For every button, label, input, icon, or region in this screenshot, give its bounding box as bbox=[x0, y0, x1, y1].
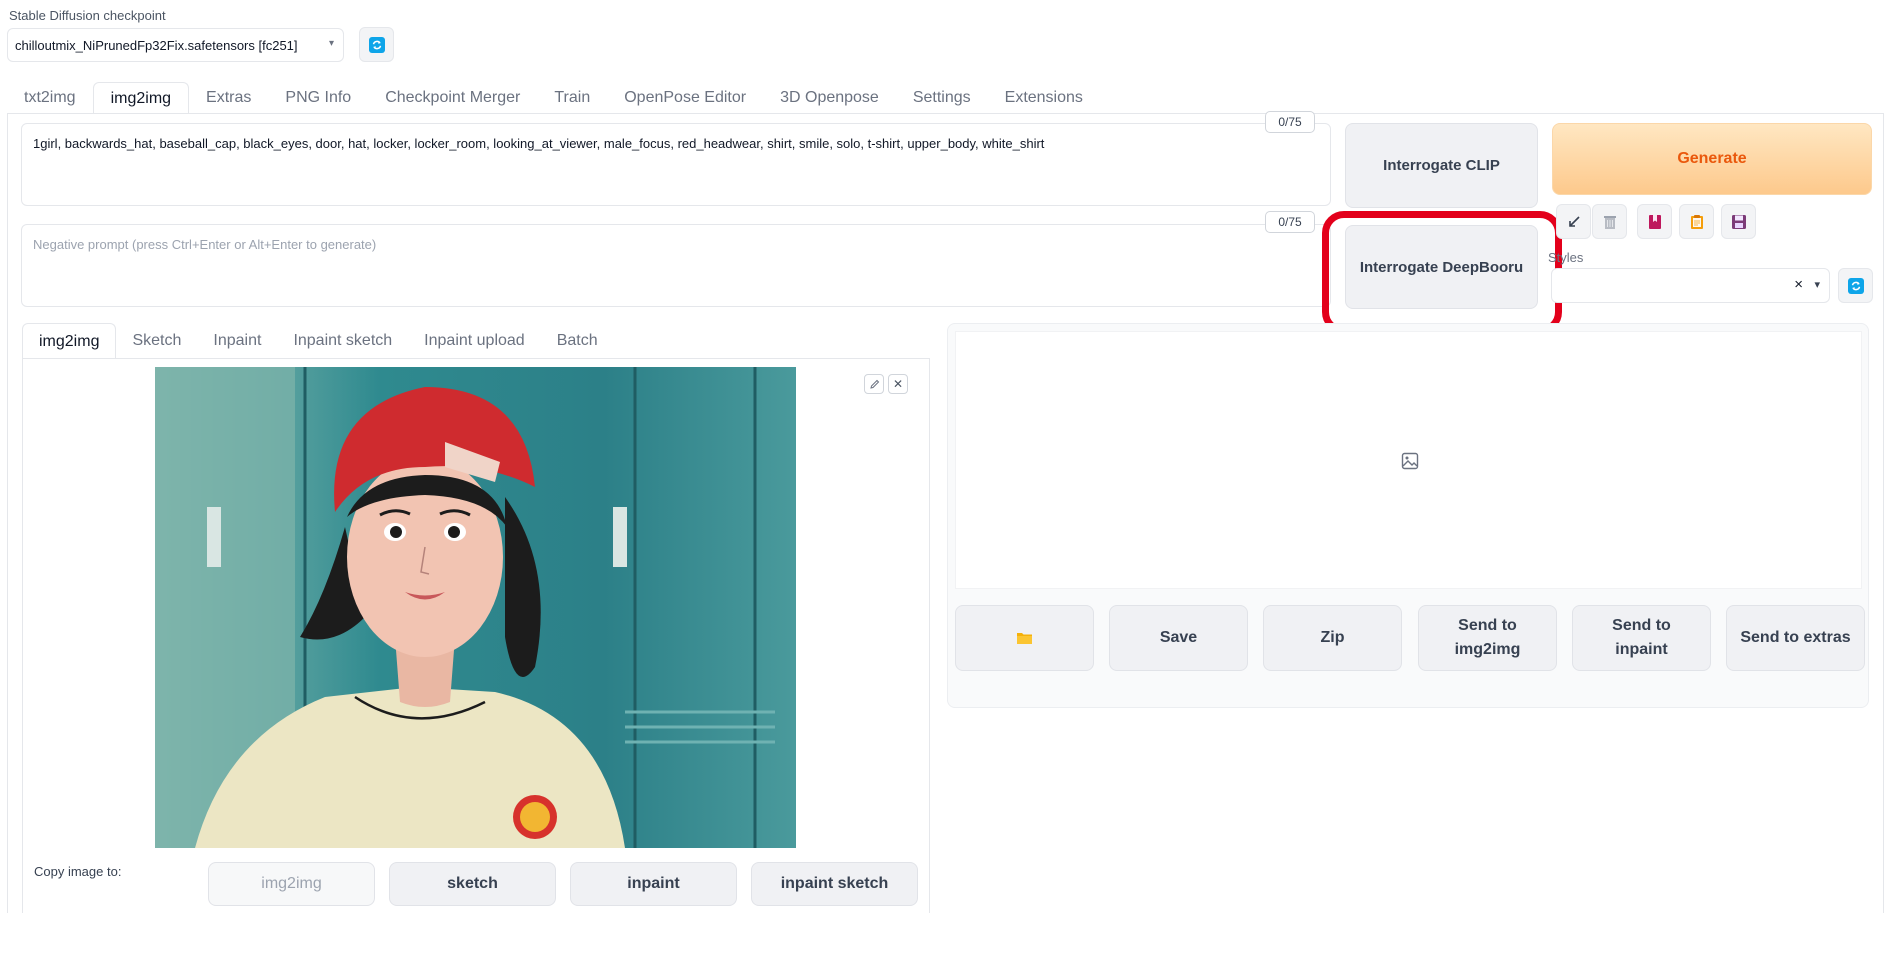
input-image[interactable] bbox=[155, 367, 796, 848]
subtab-sketch[interactable]: Sketch bbox=[116, 323, 197, 359]
refresh-styles-button[interactable] bbox=[1838, 268, 1873, 303]
tab-extras[interactable]: Extras bbox=[189, 82, 268, 114]
close-icon[interactable]: × bbox=[1794, 276, 1803, 293]
copy-to-inpaint-button[interactable]: inpaint bbox=[570, 862, 737, 906]
tab-png-info[interactable]: PNG Info bbox=[268, 82, 368, 114]
prompt-text: 1girl, backwards_hat, baseball_cap, blac… bbox=[33, 136, 1045, 151]
send-to-img2img-line1: Send to bbox=[1458, 617, 1517, 634]
arrow-icon bbox=[1568, 215, 1580, 227]
extra-networks-button[interactable] bbox=[1637, 204, 1672, 239]
copy-image-label: Copy image to: bbox=[34, 864, 122, 879]
chevron-down-icon: ▾ bbox=[1814, 279, 1820, 291]
subtab-inpaint-upload[interactable]: Inpaint upload bbox=[408, 323, 541, 359]
prompt-token-counter: 0/75 bbox=[1265, 111, 1315, 133]
checkpoint-value: chilloutmix_NiPrunedFp32Fix.safetensors … bbox=[15, 38, 298, 53]
close-icon: ✕ bbox=[892, 377, 904, 391]
save-icon bbox=[1731, 214, 1746, 229]
main-tabs: txt2img img2img Extras PNG Info Checkpoi… bbox=[7, 82, 1100, 114]
refresh-checkpoint-button[interactable] bbox=[359, 27, 394, 62]
styles-dropdown[interactable]: × ▾ bbox=[1551, 268, 1830, 303]
apply-style-button[interactable] bbox=[1556, 204, 1591, 239]
send-to-extras-button[interactable]: Send to extras bbox=[1726, 605, 1865, 671]
subtab-img2img[interactable]: img2img bbox=[22, 323, 117, 359]
tab-openpose-editor[interactable]: OpenPose Editor bbox=[607, 82, 763, 114]
open-folder-button[interactable] bbox=[955, 605, 1094, 671]
paste-button[interactable] bbox=[1679, 204, 1714, 239]
tab-settings[interactable]: Settings bbox=[896, 82, 988, 114]
subtab-inpaint-sketch[interactable]: Inpaint sketch bbox=[277, 323, 408, 359]
tab-train[interactable]: Train bbox=[537, 82, 607, 114]
send-to-inpaint-line2: inpaint bbox=[1615, 641, 1668, 658]
clear-prompt-button[interactable] bbox=[1592, 204, 1627, 239]
folder-icon bbox=[1017, 633, 1032, 644]
styles-label: Styles bbox=[1548, 250, 1584, 265]
interrogate-clip-button[interactable]: Interrogate CLIP bbox=[1345, 123, 1538, 208]
prompt-textarea[interactable]: 1girl, backwards_hat, baseball_cap, blac… bbox=[21, 123, 1331, 206]
send-to-img2img-line2: img2img bbox=[1454, 641, 1521, 658]
save-button[interactable]: Save bbox=[1109, 605, 1248, 671]
copy-to-inpaint-sketch-button[interactable]: inpaint sketch bbox=[751, 862, 918, 906]
tab-extensions[interactable]: Extensions bbox=[988, 82, 1100, 114]
img2img-mode-tabs: img2img Sketch Inpaint Inpaint sketch In… bbox=[22, 323, 614, 359]
generate-button[interactable]: Generate bbox=[1552, 123, 1872, 195]
refresh-icon bbox=[1847, 277, 1864, 294]
refresh-icon bbox=[368, 36, 385, 53]
clear-image-button[interactable]: ✕ bbox=[888, 374, 908, 394]
edit-image-button[interactable] bbox=[864, 374, 884, 394]
tab-txt2img[interactable]: txt2img bbox=[7, 82, 93, 114]
send-to-inpaint-button[interactable]: Send to inpaint bbox=[1572, 605, 1711, 671]
tab-img2img[interactable]: img2img bbox=[92, 82, 190, 114]
subtab-inpaint[interactable]: Inpaint bbox=[197, 323, 277, 359]
send-to-img2img-button[interactable]: Send to img2img bbox=[1418, 605, 1557, 671]
copy-to-sketch-button[interactable]: sketch bbox=[389, 862, 556, 906]
subtab-batch[interactable]: Batch bbox=[541, 323, 614, 359]
send-to-inpaint-line1: Send to bbox=[1612, 617, 1671, 634]
trash-icon bbox=[1603, 215, 1616, 229]
copy-to-img2img-button[interactable]: img2img bbox=[208, 862, 375, 906]
negative-token-counter: 0/75 bbox=[1265, 211, 1315, 233]
checkpoint-label: Stable Diffusion checkpoint bbox=[9, 8, 166, 23]
image-placeholder-icon bbox=[1401, 452, 1419, 470]
tab-3d-openpose[interactable]: 3D Openpose bbox=[763, 82, 896, 114]
edit-icon bbox=[869, 379, 879, 389]
bookmark-icon bbox=[1648, 214, 1661, 229]
negative-prompt-placeholder: Negative prompt (press Ctrl+Enter or Alt… bbox=[33, 237, 377, 252]
highlight-annotation bbox=[1322, 211, 1562, 334]
save-style-button[interactable] bbox=[1721, 204, 1756, 239]
output-gallery bbox=[955, 331, 1862, 589]
zip-button[interactable]: Zip bbox=[1263, 605, 1402, 671]
clipboard-icon bbox=[1690, 214, 1703, 229]
tab-checkpoint-merger[interactable]: Checkpoint Merger bbox=[368, 82, 537, 114]
checkpoint-select[interactable]: chilloutmix_NiPrunedFp32Fix.safetensors … bbox=[7, 28, 344, 62]
chevron-down-icon: ▾ bbox=[328, 38, 334, 49]
negative-prompt-textarea[interactable]: Negative prompt (press Ctrl+Enter or Alt… bbox=[21, 224, 1331, 307]
